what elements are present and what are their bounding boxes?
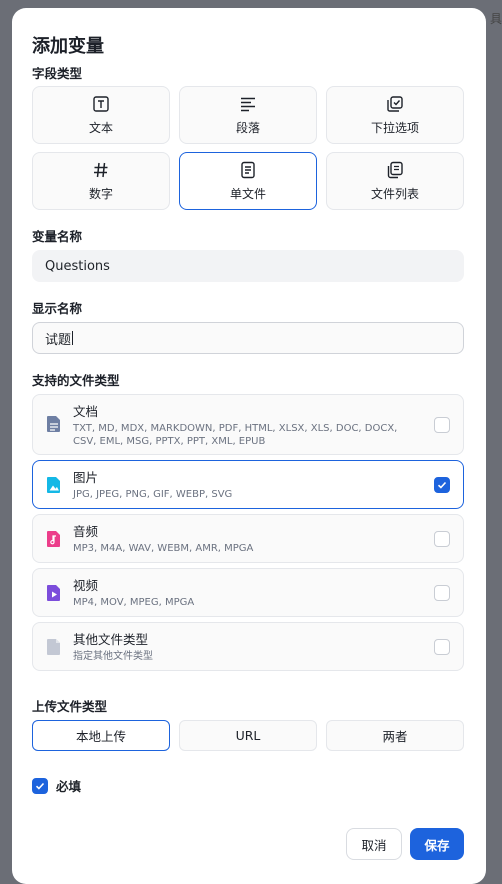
document-icon [47,416,60,432]
field-type-number[interactable]: 数字 [32,152,170,210]
file-type-image[interactable]: 图片 JPG, JPEG, PNG, GIF, WEBP, SVG [32,460,464,509]
required-checkbox[interactable] [32,777,48,794]
other-file-icon [47,639,60,655]
check-icon [437,481,447,489]
upload-type-group: 本地上传 URL 两者 [32,720,464,751]
file-type-audio[interactable]: 音频 MP3, M4A, WAV, WEBM, AMR, MPGA [32,514,464,563]
field-type-single-file[interactable]: 单文件 [179,152,317,210]
file-type-audio-name: 音频 [73,524,99,539]
field-type-dropdown[interactable]: 下拉选项 [326,86,464,144]
upload-type-both[interactable]: 两者 [326,720,464,751]
field-type-text-label: 文本 [88,120,113,135]
file-type-list: 文档 TXT, MD, MDX, MARKDOWN, PDF, HTML, XL… [32,394,464,676]
text-icon [93,95,109,112]
field-type-dropdown-label: 下拉选项 [370,120,419,135]
field-type-label: 字段类型 [32,66,83,81]
file-type-other-name: 其他文件类型 [73,632,149,647]
upload-type-url[interactable]: URL [179,720,317,751]
file-type-audio-exts: MP3, M4A, WAV, WEBM, AMR, MPGA [73,543,254,554]
file-type-document[interactable]: 文档 TXT, MD, MDX, MARKDOWN, PDF, HTML, XL… [32,394,464,455]
file-type-image-exts: JPG, JPEG, PNG, GIF, WEBP, SVG [73,489,233,500]
file-icon [241,161,255,178]
field-type-number-label: 数字 [88,186,113,201]
field-type-grid: 文本 段落 下拉选项 数字 单文件 文件列表 [32,86,464,210]
file-type-document-name: 文档 [73,404,99,419]
image-checkbox[interactable] [434,477,450,493]
dropdown-icon [387,95,403,112]
check-icon [35,782,45,790]
hash-icon [94,162,108,177]
file-type-video-name: 视频 [73,578,99,593]
image-icon [47,477,60,493]
add-variable-dialog: 添加变量 字段类型 文本 段落 下拉选项 数字 单文件 文件列表 变量名称 Qu… [12,8,486,884]
file-types-label: 支持的文件类型 [32,373,120,388]
file-type-image-name: 图片 [73,470,99,485]
document-checkbox[interactable] [434,417,450,433]
other-checkbox[interactable] [434,639,450,655]
upload-type-local[interactable]: 本地上传 [32,720,170,751]
upload-type-label: 上传文件类型 [32,699,108,714]
dialog-title: 添加变量 [32,36,104,57]
video-icon [47,585,60,601]
field-type-file-list-label: 文件列表 [370,186,419,201]
background-text: 具 [489,12,502,26]
file-type-video-exts: MP4, MOV, MPEG, MPGA [73,597,195,608]
required-label: 必填 [56,779,82,794]
field-type-paragraph-label: 段落 [235,120,260,135]
file-list-icon [387,161,403,178]
text-caret [72,331,74,345]
variable-name-label: 变量名称 [32,229,83,244]
audio-checkbox[interactable] [434,531,450,547]
variable-name-input[interactable]: Questions [32,250,464,282]
video-checkbox[interactable] [434,585,450,601]
file-type-other[interactable]: 其他文件类型 指定其他文件类型 [32,622,464,671]
cancel-button[interactable]: 取消 [346,828,402,860]
field-type-file-list[interactable]: 文件列表 [326,152,464,210]
field-type-paragraph[interactable]: 段落 [179,86,317,144]
display-name-input[interactable]: 试题 [32,322,464,354]
field-type-text[interactable]: 文本 [32,86,170,144]
paragraph-icon [241,97,255,111]
file-type-other-exts: 指定其他文件类型 [73,651,153,662]
variable-name-value: Questions [45,258,110,274]
file-type-video[interactable]: 视频 MP4, MOV, MPEG, MPGA [32,568,464,617]
field-type-single-file-label: 单文件 [229,186,266,201]
save-button[interactable]: 保存 [410,828,464,860]
display-name-value: 试题 [45,332,72,348]
file-type-document-exts: TXT, MD, MDX, MARKDOWN, PDF, HTML, XLSX,… [73,423,398,447]
required-toggle[interactable]: 必填 [32,776,81,795]
display-name-label: 显示名称 [32,301,83,316]
audio-icon [47,531,60,547]
